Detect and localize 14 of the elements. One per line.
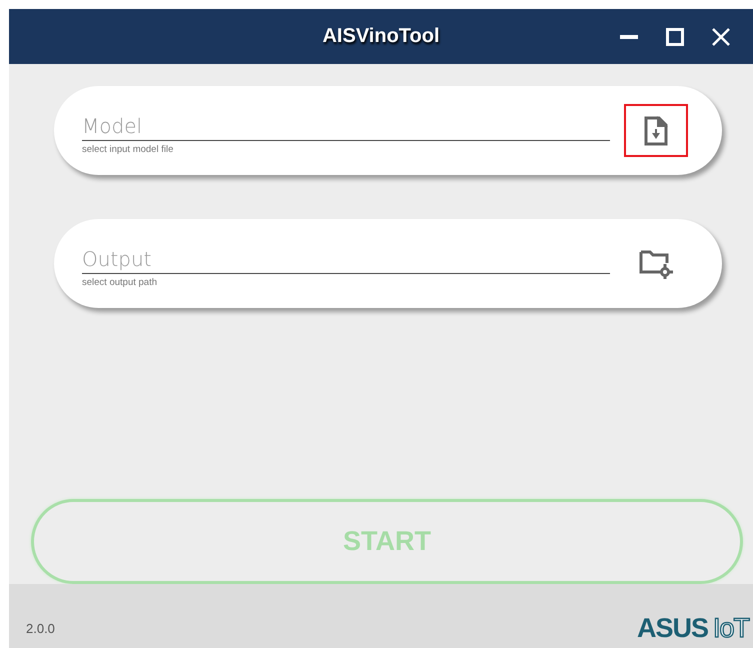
version-label: 2.0.0	[26, 621, 55, 636]
window-title: AISVinoTool	[322, 25, 440, 48]
input-field[interactable]: Output	[82, 247, 610, 274]
logo-text: ASUS	[636, 613, 708, 644]
browse-button[interactable]	[624, 104, 688, 157]
logo-text: IoT	[712, 613, 749, 644]
minimize-icon	[620, 34, 638, 38]
input-field[interactable]: Model	[82, 114, 610, 141]
maximize-icon	[666, 28, 684, 46]
file-download-icon	[644, 116, 668, 146]
close-icon	[712, 28, 730, 46]
field-hint: select output path	[82, 277, 158, 288]
folder-settings-icon	[639, 248, 673, 278]
field-hint: select input model file	[82, 144, 174, 155]
